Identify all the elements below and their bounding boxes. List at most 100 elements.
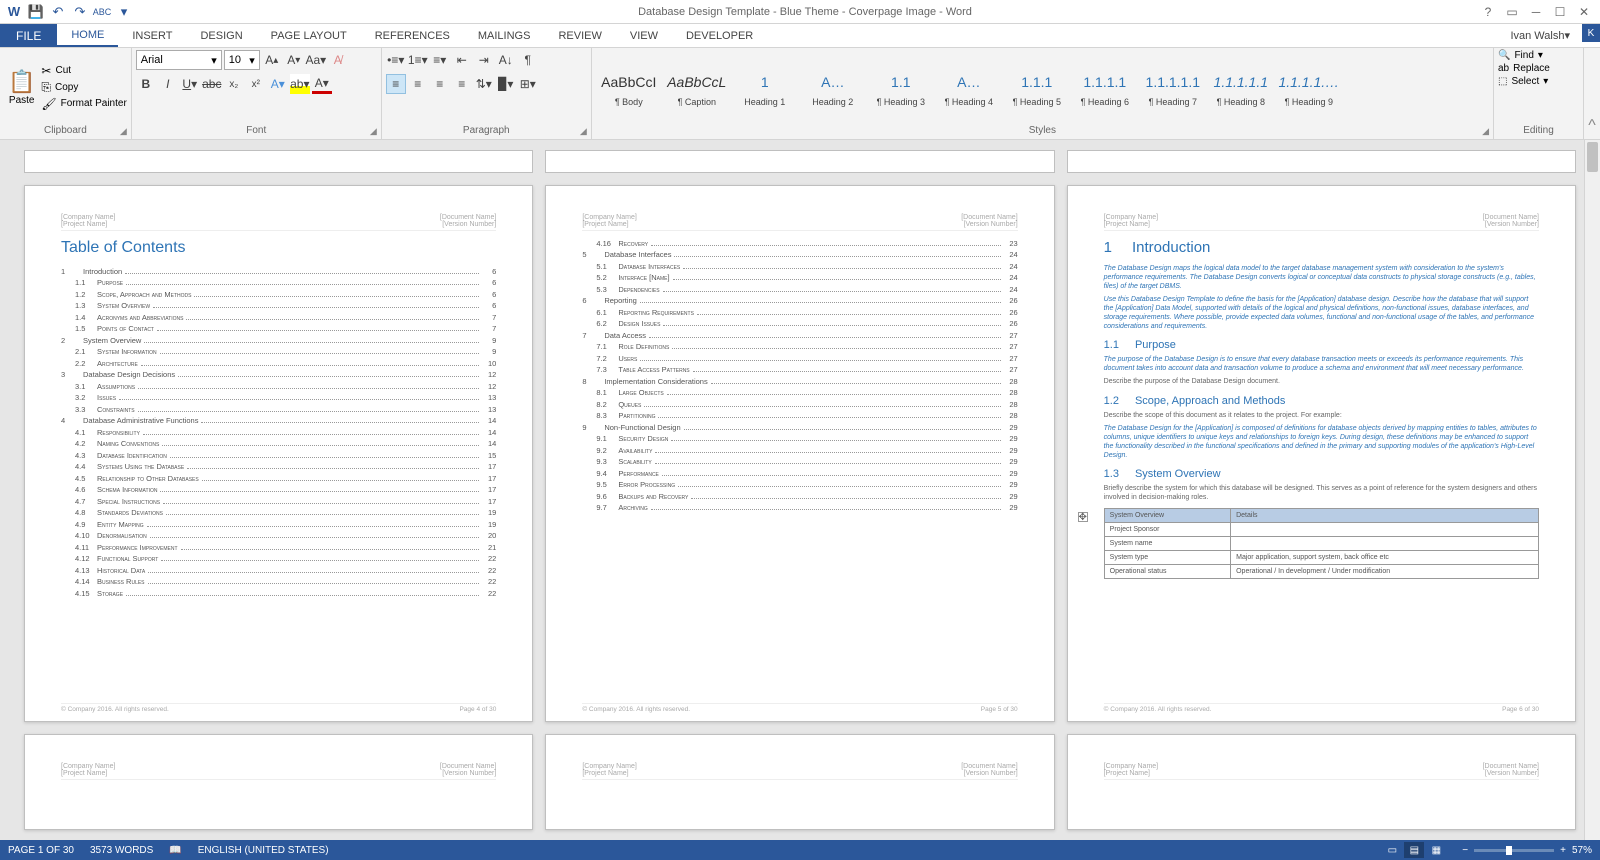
ribbon-display-icon[interactable]: ▭ xyxy=(1502,4,1522,20)
customize-qat-icon[interactable]: ▾ xyxy=(114,2,134,22)
decrease-indent-button[interactable]: ⇤ xyxy=(452,50,472,70)
save-icon[interactable]: 💾 xyxy=(26,2,46,22)
toc-entry[interactable]: 4.5Relationship to Other Databases17 xyxy=(61,474,496,483)
tab-home[interactable]: HOME xyxy=(57,24,118,47)
toc-entry[interactable]: 4.16Recovery23 xyxy=(582,239,1017,248)
table-row[interactable]: System typeMajor application, support sy… xyxy=(1104,551,1538,565)
select-button[interactable]: ⬚Select ▾ xyxy=(1498,76,1548,87)
toc-entry[interactable]: 8.3Partitioning28 xyxy=(582,411,1017,420)
style--caption[interactable]: AaBbCcL¶ Caption xyxy=(664,55,730,119)
page-indicator[interactable]: PAGE 1 OF 30 xyxy=(8,845,74,856)
toc-entry[interactable]: 2.2Architecture10 xyxy=(61,359,496,368)
tab-file[interactable]: FILE xyxy=(0,24,57,47)
paragraph-launcher-icon[interactable]: ◢ xyxy=(580,126,587,137)
close-icon[interactable]: ✕ xyxy=(1574,4,1594,20)
print-layout-button[interactable]: ▤ xyxy=(1404,842,1424,858)
highlight-button[interactable]: ab▾ xyxy=(290,74,310,94)
vertical-scrollbar[interactable] xyxy=(1584,140,1600,840)
toc-entry[interactable]: 4.14Business Rules22 xyxy=(61,577,496,586)
table-row[interactable]: Operational statusOperational / In devel… xyxy=(1104,565,1538,579)
align-center-button[interactable]: ≡ xyxy=(408,74,428,94)
toc-entry[interactable]: 9.1Security Design29 xyxy=(582,434,1017,443)
maximize-icon[interactable]: ☐ xyxy=(1550,4,1570,20)
shading-button[interactable]: ▉▾ xyxy=(496,74,516,94)
font-name-combo[interactable]: Arial▾ xyxy=(136,50,222,70)
toc-entry[interactable]: 2System Overview9 xyxy=(61,336,496,345)
toc-entry[interactable]: 4.4Systems Using the Database17 xyxy=(61,462,496,471)
toc-entry[interactable]: 2.1System Information9 xyxy=(61,347,496,356)
undo-icon[interactable]: ↶ xyxy=(48,2,68,22)
table-row[interactable]: Project Sponsor xyxy=(1104,523,1538,537)
toc-entry[interactable]: 5.1Database Interfaces24 xyxy=(582,262,1017,271)
page-8-stub[interactable]: [Company Name] [Project Name][Document N… xyxy=(545,734,1054,830)
zoom-level[interactable]: 57% xyxy=(1572,845,1592,856)
tab-references[interactable]: REFERENCES xyxy=(361,24,464,47)
toc-entry[interactable]: 4.9Entity Mapping19 xyxy=(61,520,496,529)
paste-button[interactable]: 📋 Paste xyxy=(4,67,39,108)
strikethrough-button[interactable]: abc xyxy=(202,74,222,94)
tab-insert[interactable]: INSERT xyxy=(118,24,186,47)
toc-entry[interactable]: 9.7Archiving29 xyxy=(582,503,1017,512)
document-area[interactable]: [Company Name] [Project Name][Document N… xyxy=(0,140,1600,840)
toc-entry[interactable]: 7.2Users27 xyxy=(582,354,1017,363)
redo-icon[interactable]: ↷ xyxy=(70,2,90,22)
table-row[interactable]: System name xyxy=(1104,537,1538,551)
cut-button[interactable]: ✂Cut xyxy=(41,64,126,78)
format-painter-button[interactable]: 🖌Format Painter xyxy=(41,97,126,111)
toc-entry[interactable]: 5Database Interfaces24 xyxy=(582,250,1017,259)
style--heading-4[interactable]: A…¶ Heading 4 xyxy=(936,55,1002,119)
page-6[interactable]: [Company Name] [Project Name][Document N… xyxy=(1067,185,1576,722)
toc-entry[interactable]: 8Implementation Considerations28 xyxy=(582,377,1017,386)
toc-entry[interactable]: 5.3Dependencies24 xyxy=(582,285,1017,294)
toc-entry[interactable]: 7.1Role Definitions27 xyxy=(582,342,1017,351)
table-anchor-icon[interactable]: ✥ xyxy=(1078,512,1088,522)
align-right-button[interactable]: ≡ xyxy=(430,74,450,94)
minimize-icon[interactable]: ─ xyxy=(1526,4,1546,20)
toc-entry[interactable]: 9Non-Functional Design29 xyxy=(582,423,1017,432)
style-heading-1[interactable]: 1Heading 1 xyxy=(732,55,798,119)
toc-entry[interactable]: 1.5Points of Contact7 xyxy=(61,324,496,333)
toc-entry[interactable]: 4.3Database Identification15 xyxy=(61,451,496,460)
align-left-button[interactable]: ≡ xyxy=(386,74,406,94)
toc-entry[interactable]: 1.2Scope, Approach and Methods6 xyxy=(61,290,496,299)
toc-entry[interactable]: 4.15Storage22 xyxy=(61,589,496,598)
style--heading-8[interactable]: 1.1.1.1.1¶ Heading 8 xyxy=(1208,55,1274,119)
toc-entry[interactable]: 1.4Acronyms and Abbreviations7 xyxy=(61,313,496,322)
line-spacing-button[interactable]: ⇅▾ xyxy=(474,74,494,94)
toc-entry[interactable]: 4.8Standards Deviations19 xyxy=(61,508,496,517)
copy-button[interactable]: ⎘Copy xyxy=(41,80,126,95)
page-7-stub[interactable]: [Company Name] [Project Name][Document N… xyxy=(24,734,533,830)
toc-entry[interactable]: 7Data Access27 xyxy=(582,331,1017,340)
page-5[interactable]: [Company Name] [Project Name][Document N… xyxy=(545,185,1054,722)
toc-entry[interactable]: 9.2Availability29 xyxy=(582,446,1017,455)
underline-button[interactable]: U▾ xyxy=(180,74,200,94)
style--heading-6[interactable]: 1.1.1.1¶ Heading 6 xyxy=(1072,55,1138,119)
font-size-combo[interactable]: 10▾ xyxy=(224,50,260,70)
proofing-icon[interactable]: 📖 xyxy=(169,845,181,856)
toc-entry[interactable]: 4.7Special Instructions17 xyxy=(61,497,496,506)
style-heading-2[interactable]: A…Heading 2 xyxy=(800,55,866,119)
style--heading-9[interactable]: 1.1.1.1.…¶ Heading 9 xyxy=(1276,55,1342,119)
spellcheck-icon[interactable]: ABC xyxy=(92,2,112,22)
clipboard-launcher-icon[interactable]: ◢ xyxy=(120,126,127,137)
help-icon[interactable]: ? xyxy=(1478,4,1498,20)
language-indicator[interactable]: ENGLISH (UNITED STATES) xyxy=(198,845,329,856)
toc-entry[interactable]: 6.2Design Issues26 xyxy=(582,319,1017,328)
change-case-button[interactable]: Aa▾ xyxy=(306,50,326,70)
zoom-slider[interactable] xyxy=(1474,849,1554,852)
borders-button[interactable]: ⊞▾ xyxy=(518,74,538,94)
italic-button[interactable]: I xyxy=(158,74,178,94)
text-effects-button[interactable]: A▾ xyxy=(268,74,288,94)
toc-entry[interactable]: 4.1Responsibility14 xyxy=(61,428,496,437)
toc-entry[interactable]: 1Introduction6 xyxy=(61,267,496,276)
superscript-button[interactable]: x² xyxy=(246,74,266,94)
word-count[interactable]: 3573 WORDS xyxy=(90,845,153,856)
style--heading-5[interactable]: 1.1.1¶ Heading 5 xyxy=(1004,55,1070,119)
user-name[interactable]: Ivan Walsh ▾ xyxy=(1502,24,1578,47)
style--heading-3[interactable]: 1.1¶ Heading 3 xyxy=(868,55,934,119)
tab-developer[interactable]: DEVELOPER xyxy=(672,24,767,47)
find-button[interactable]: 🔍Find ▾ xyxy=(1498,50,1543,61)
toc-entry[interactable]: 5.2Interface [Name]24 xyxy=(582,273,1017,282)
grow-font-button[interactable]: A▴ xyxy=(262,50,282,70)
numbering-button[interactable]: 1≡▾ xyxy=(408,50,428,70)
